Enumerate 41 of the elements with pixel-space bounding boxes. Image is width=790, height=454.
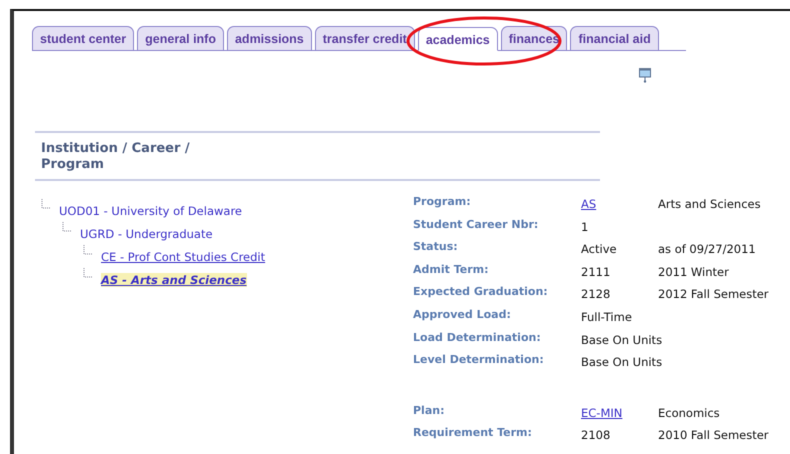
field-label: Load Determination: [413,330,542,346]
field-value: 2111 [581,264,612,281]
field-label: Student Career Nbr: [413,218,540,233]
field-description: Arts and Sciences [658,196,762,213]
tab[interactable]: student center [32,26,134,50]
field-label: Expected Graduation: [413,285,549,300]
field-value: 1 [581,218,590,236]
tab[interactable]: finances [500,26,568,50]
field-label: Plan: [413,404,446,419]
field-description: 2010 Fall Semester [658,427,769,444]
value-link[interactable]: EC-MIN [581,404,658,426]
presentation-icon[interactable] [638,67,652,83]
tree-item[interactable]: UOD01 - University of Delaware [59,204,242,218]
field-description: as of 09/27/2011 [658,241,757,258]
tree-connector-icon [83,245,93,255]
field-label: Status: [413,240,459,256]
tab[interactable]: financial aid [570,26,659,50]
field-label: Requirement Term: [413,426,533,442]
tab[interactable]: transfer credit [314,26,415,50]
tree-connector-icon [41,199,51,209]
field-label: Program: [413,195,472,210]
field-value: Active [581,241,618,258]
tree-item[interactable]: CE - Prof Cont Studies Credit [101,250,266,264]
field-value: 2128 [581,286,612,304]
field-description: 2012 Fall Semester [658,286,769,304]
field-value: Full-Time [581,308,633,326]
value-link[interactable]: AS [581,195,658,218]
tree-item[interactable]: UGRD - Undergraduate [80,227,213,241]
tree-connector-icon [62,222,72,232]
section-title: Institution / Career / Program [41,141,191,173]
field-value: 2108 [581,427,612,444]
field-description: Economics [658,404,721,422]
field-label: Admit Term: [413,262,490,278]
field-description: 2011 Winter [658,264,730,281]
tab[interactable]: general info [137,26,224,50]
tree-item[interactable]: AS - Arts and Sciences [101,273,247,287]
tree-connector-icon [83,268,93,278]
field-label: Approved Load: [413,308,512,323]
field-label: Level Determination: [413,353,545,368]
tab[interactable]: admissions [226,26,312,50]
tab[interactable]: academics [418,27,498,51]
